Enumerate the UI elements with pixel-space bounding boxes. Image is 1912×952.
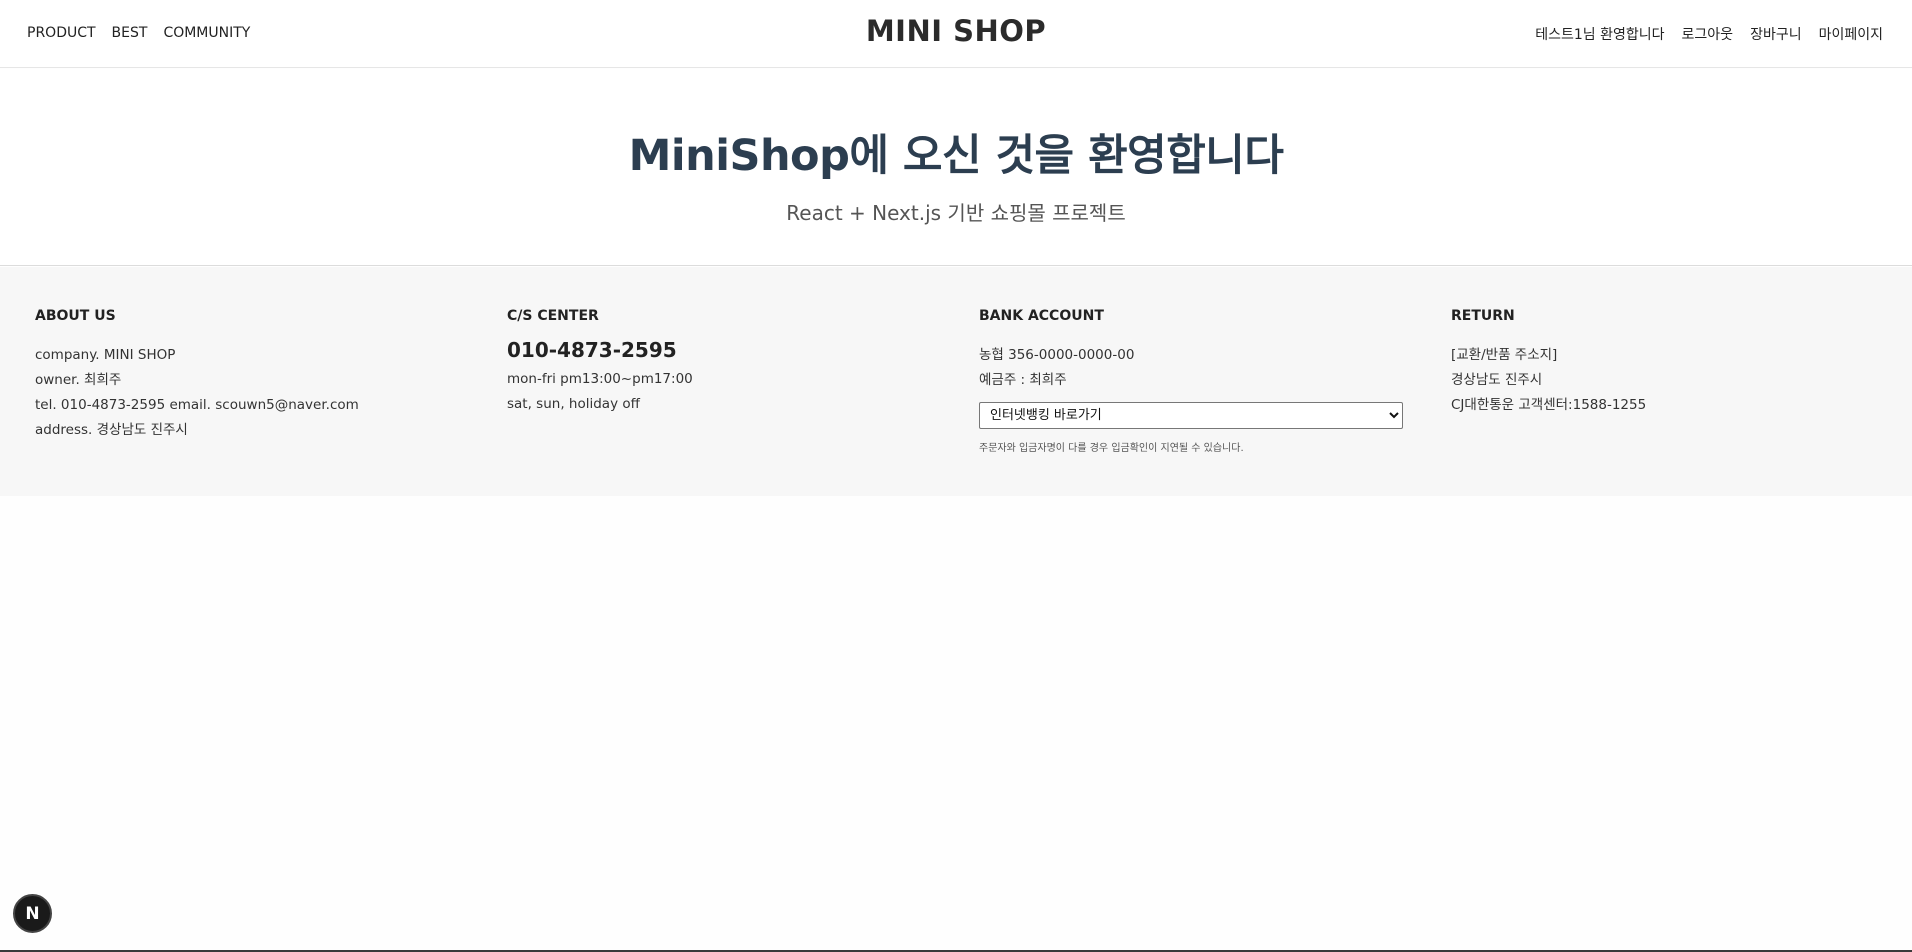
- cs-heading: C/S CENTER: [507, 308, 599, 324]
- cart-link[interactable]: 장바구니: [1750, 24, 1802, 44]
- nextjs-dev-badge[interactable]: N: [13, 894, 52, 933]
- logout-link[interactable]: 로그아웃: [1682, 24, 1734, 44]
- about-owner: owner. 최희주: [35, 372, 122, 388]
- mypage-link[interactable]: 마이페이지: [1819, 24, 1883, 44]
- return-address: 경상남도 진주시: [1451, 372, 1543, 388]
- return-heading: RETURN: [1451, 308, 1515, 324]
- about-company: company. MINI SHOP: [35, 347, 176, 363]
- cs-hours: mon-fri pm13:00~pm17:00: [507, 371, 693, 387]
- site-header: PRODUCT BEST COMMUNITY MINI SHOP 테스트1님 환…: [0, 0, 1912, 68]
- bank-holder: 예금주 : 최희주: [979, 372, 1067, 388]
- return-title: [교환/반품 주소지]: [1451, 347, 1558, 363]
- welcome-user-text: 테스트1님 환영합니다: [1535, 27, 1665, 43]
- cs-off-days: sat, sun, holiday off: [507, 396, 640, 412]
- hero-title: MiniShop에 오신 것을 환영합니다: [628, 131, 1284, 181]
- footer-about: ABOUT US company. MINI SHOP owner. 최희주 t…: [35, 308, 465, 443]
- about-address: address. 경상남도 진주시: [35, 422, 188, 438]
- hero-subtitle: React + Next.js 기반 쇼핑몰 프로젝트: [786, 201, 1126, 225]
- about-heading: ABOUT US: [35, 308, 116, 324]
- footer-cs: C/S CENTER 010-4873-2595 mon-fri pm13:00…: [507, 308, 937, 417]
- bank-account: 농협 356-0000-0000-00: [979, 347, 1135, 363]
- bank-heading: BANK ACCOUNT: [979, 308, 1104, 324]
- internet-banking-select[interactable]: 인터넷뱅킹 바로가기: [979, 402, 1403, 429]
- about-contact: tel. 010-4873-2595 email. scouwn5@naver.…: [35, 397, 359, 413]
- nextjs-logo-icon: N: [25, 903, 40, 924]
- hero-section: MiniShop에 오신 것을 환영합니다 React + Next.js 기반…: [0, 69, 1912, 266]
- cs-phone: 010-4873-2595: [507, 338, 677, 362]
- bank-note: 주문자와 입금자명이 다를 경우 입금확인이 지연될 수 있습니다.: [979, 443, 1244, 454]
- return-courier: CJ대한통운 고객센터:1588-1255: [1451, 397, 1647, 413]
- user-nav: 테스트1님 환영합니다 로그아웃 장바구니 마이페이지: [1535, 24, 1883, 44]
- footer-bank: BANK ACCOUNT 농협 356-0000-0000-00 예금주 : 최…: [979, 308, 1409, 454]
- footer-return: RETURN [교환/반품 주소지] 경상남도 진주시 CJ대한통운 고객센터:…: [1451, 308, 1881, 418]
- site-footer: ABOUT US company. MINI SHOP owner. 최희주 t…: [0, 267, 1912, 496]
